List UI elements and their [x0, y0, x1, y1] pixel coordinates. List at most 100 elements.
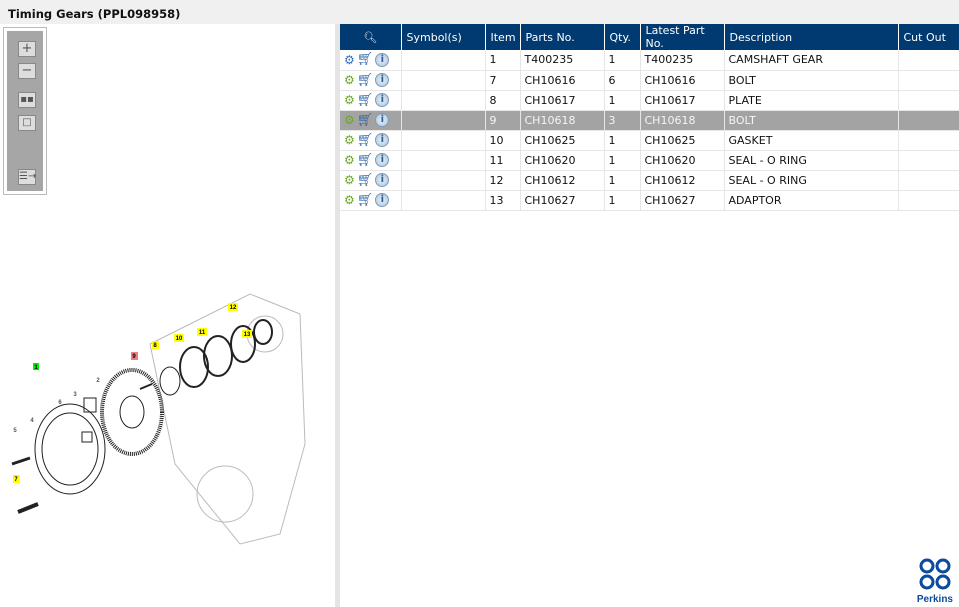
description-cell: SEAL - O RING — [724, 150, 899, 171]
perkins-logo: Perkins — [917, 557, 953, 605]
part-no-cell: CH10625 — [520, 130, 605, 151]
latest-part-no-cell: CH10620 — [640, 150, 725, 171]
column-header-latest-part-no[interactable]: Latest Part No. — [640, 24, 725, 50]
cut-out-cell — [898, 190, 959, 211]
table-row[interactable]: ⚙ 🛒︎ i 12 CH10612 1 CH10612 SEAL - O RING — [340, 170, 959, 191]
column-header-item[interactable]: Item — [485, 24, 521, 50]
qty-cell: 1 — [604, 90, 641, 111]
table-row[interactable]: ⚙ 🛒︎ i 11 CH10620 1 CH10620 SEAL - O RING — [340, 150, 959, 171]
part-gear-icon[interactable]: ⚙ — [344, 93, 355, 107]
column-header-description[interactable]: Description — [724, 24, 899, 50]
add-to-cart-icon[interactable]: 🛒︎ — [357, 173, 374, 188]
qty-cell: 1 — [604, 170, 641, 191]
symbol-cell — [401, 170, 486, 191]
item-cell: 1 — [485, 50, 521, 71]
qty-cell: 1 — [604, 50, 641, 71]
description-cell: CAMSHAFT GEAR — [724, 50, 899, 71]
table-row[interactable]: ⚙ 🛒︎ i 9 CH10618 3 CH10618 BOLT — [340, 110, 959, 131]
part-gear-icon[interactable]: ⚙ — [344, 113, 355, 127]
latest-part-no-cell: CH10625 — [640, 130, 725, 151]
part-no-cell: CH10627 — [520, 190, 605, 211]
svg-text:5: 5 — [13, 428, 17, 434]
part-no-cell: CH10612 — [520, 170, 605, 191]
svg-text:11: 11 — [199, 330, 206, 336]
cut-out-cell — [898, 170, 959, 191]
item-cell: 7 — [485, 70, 521, 91]
symbol-cell — [401, 90, 486, 111]
part-gear-icon[interactable]: ⚙ — [344, 73, 355, 87]
cut-out-cell — [898, 110, 959, 131]
qty-cell: 1 — [604, 150, 641, 171]
part-no-cell: CH10617 — [520, 90, 605, 111]
item-cell: 12 — [485, 170, 521, 191]
assembly-gears-icon[interactable]: ⚙ — [344, 53, 355, 67]
svg-text:2: 2 — [96, 378, 100, 384]
column-header-cut-out[interactable]: Cut Out — [898, 24, 959, 50]
part-no-cell: CH10620 — [520, 150, 605, 171]
column-header-qty[interactable]: Qty. — [604, 24, 641, 50]
part-gear-icon[interactable]: ⚙ — [344, 153, 355, 167]
table-row[interactable]: ⚙ 🛒︎ i 10 CH10625 1 CH10625 GASKET — [340, 130, 959, 151]
latest-part-no-cell: CH10617 — [640, 90, 725, 111]
info-icon[interactable]: i — [375, 133, 390, 147]
timing-case — [149, 293, 306, 545]
add-to-cart-icon[interactable]: 🛒︎ — [357, 93, 374, 108]
table-row[interactable]: ⚙ 🛒︎ i 13 CH10627 1 CH10627 ADAPTOR — [340, 190, 959, 211]
item-cell: 8 — [485, 90, 521, 111]
search-column-header[interactable]: 🔍︎ — [340, 24, 402, 50]
exploded-diagram[interactable]: 1 2 3 4 5 6 7 8 9 10 11 12 13 — [0, 24, 335, 607]
info-icon[interactable]: i — [375, 73, 390, 87]
info-icon[interactable]: i — [375, 193, 390, 207]
part-no-cell: T400235 — [520, 50, 605, 71]
table-row[interactable]: ⚙ 🛒︎ i 8 CH10617 1 CH10617 PLATE — [340, 90, 959, 111]
parts-list-panel: 🔍︎ Symbol(s) Item Parts No. Qty. Latest … — [340, 24, 959, 607]
svg-text:13: 13 — [244, 332, 251, 338]
info-icon[interactable]: i — [375, 52, 390, 67]
symbol-cell — [401, 130, 486, 151]
cut-out-cell — [898, 70, 959, 91]
part-gear-icon[interactable]: ⚙ — [344, 133, 355, 147]
add-to-cart-icon[interactable]: 🛒︎ — [357, 193, 374, 208]
table-row[interactable]: ⚙ 🛒︎ i 1 T400235 1 T400235 CAMSHAFT GEAR — [340, 50, 959, 71]
info-icon[interactable]: i — [375, 173, 390, 187]
diagram-panel: + − ▪▪ □ ☰→ 1 2 3 4 5 6 7 8 9 10 11 12 1… — [0, 24, 335, 607]
info-icon[interactable]: i — [375, 153, 390, 167]
row-actions: ⚙ 🛒︎ i — [340, 70, 402, 91]
svg-text:12: 12 — [230, 305, 237, 311]
add-to-cart-icon[interactable]: 🛒︎ — [357, 153, 374, 168]
row-actions: ⚙ 🛒︎ i — [340, 190, 402, 211]
item-cell: 9 — [485, 110, 521, 131]
description-cell: PLATE — [724, 90, 899, 111]
qty-cell: 1 — [604, 130, 641, 151]
info-icon[interactable]: i — [375, 113, 390, 127]
qty-cell: 3 — [604, 110, 641, 131]
add-to-cart-icon[interactable]: 🛒︎ — [357, 52, 374, 67]
latest-part-no-cell: CH10612 — [640, 170, 725, 191]
table-row[interactable]: ⚙ 🛒︎ i 7 CH10616 6 CH10616 BOLT — [340, 70, 959, 91]
info-icon[interactable]: i — [375, 93, 390, 107]
qty-cell: 6 — [604, 70, 641, 91]
symbol-cell — [401, 190, 486, 211]
part-gear-icon[interactable]: ⚙ — [344, 173, 355, 187]
description-cell: BOLT — [724, 110, 899, 131]
row-actions: ⚙ 🛒︎ i — [340, 130, 402, 151]
column-header-symbols[interactable]: Symbol(s) — [401, 24, 486, 50]
symbol-cell — [401, 110, 486, 131]
part-no-cell: CH10616 — [520, 70, 605, 91]
svg-text:10: 10 — [176, 336, 183, 342]
cut-out-cell — [898, 150, 959, 171]
add-to-cart-icon[interactable]: 🛒︎ — [357, 133, 374, 148]
symbol-cell — [401, 150, 486, 171]
cut-out-cell — [898, 130, 959, 151]
column-header-parts-no[interactable]: Parts No. — [520, 24, 605, 50]
svg-text:3: 3 — [73, 392, 77, 398]
add-to-cart-icon[interactable]: 🛒︎ — [357, 113, 374, 128]
description-cell: SEAL - O RING — [724, 170, 899, 191]
item-cell: 10 — [485, 130, 521, 151]
page-title: Timing Gears (PPL098958) — [0, 0, 959, 24]
symbol-cell — [401, 70, 486, 91]
add-to-cart-icon[interactable]: 🛒︎ — [357, 73, 374, 88]
part-gear-icon[interactable]: ⚙ — [344, 193, 355, 207]
part-no-cell: CH10618 — [520, 110, 605, 131]
description-cell: GASKET — [724, 130, 899, 151]
